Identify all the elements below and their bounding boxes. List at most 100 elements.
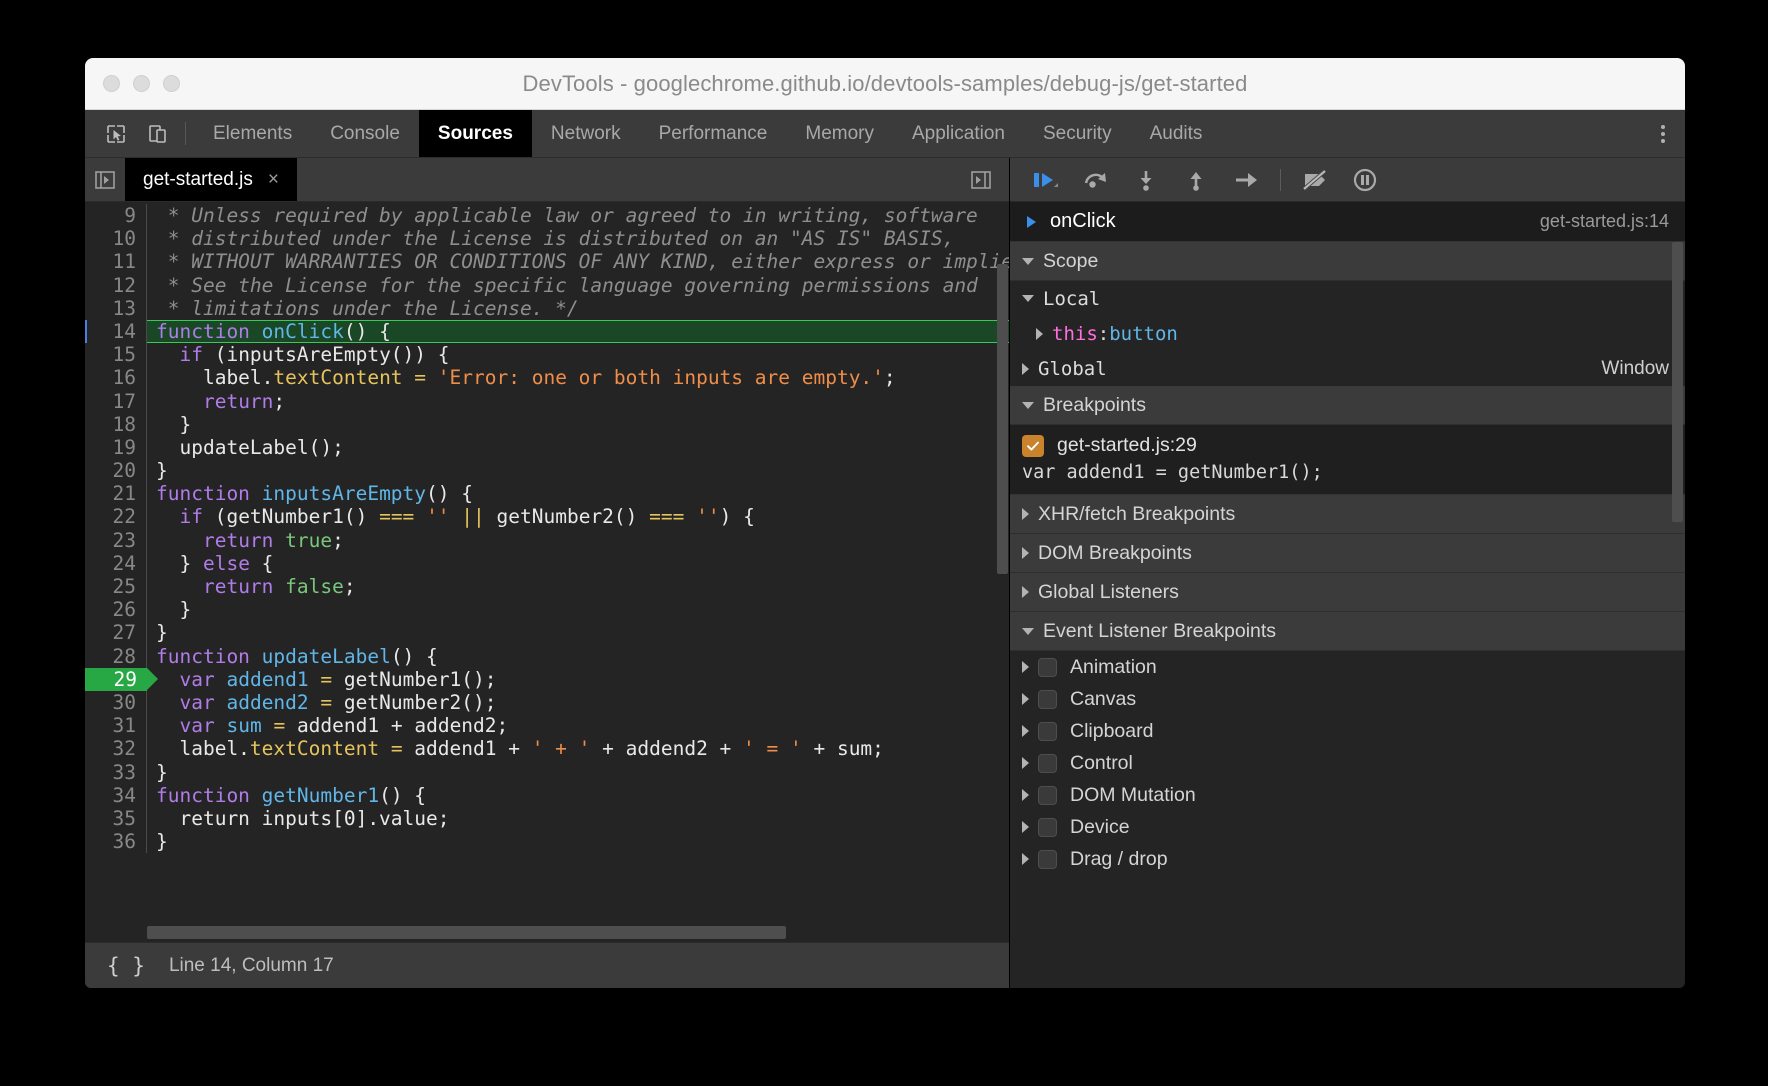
pause-icon[interactable] [1343, 163, 1387, 197]
event-listener-checkbox[interactable] [1038, 722, 1057, 741]
line-number[interactable]: 25 [85, 575, 147, 598]
editor-vertical-scrollbar[interactable] [996, 202, 1009, 942]
code-line-text[interactable]: return inputs[0].value; [147, 807, 1009, 830]
event-listener-checkbox[interactable] [1038, 754, 1057, 773]
chevron-right-icon[interactable] [1022, 693, 1029, 705]
line-number[interactable]: 34 [85, 784, 147, 807]
xhr-fetch-breakpoints-section[interactable]: XHR/fetch Breakpoints [1010, 495, 1685, 534]
event-listener-breakpoint-row[interactable]: Animation [1010, 651, 1685, 683]
code-editor[interactable]: 9 * Unless required by applicable law or… [85, 202, 1009, 942]
device-toolbar-icon[interactable] [137, 110, 179, 157]
line-number[interactable]: 26 [85, 598, 147, 621]
line-number[interactable]: 19 [85, 436, 147, 459]
chevron-right-icon[interactable] [1022, 757, 1029, 769]
global-listeners-section[interactable]: Global Listeners [1010, 573, 1685, 612]
deactivate-breakpoints-icon[interactable] [1293, 163, 1337, 197]
code-line-text[interactable]: * See the License for the specific langu… [147, 274, 1009, 297]
call-stack-frame[interactable]: onClick get-started.js:14 [1010, 202, 1685, 242]
scrollbar-thumb[interactable] [997, 264, 1008, 574]
line-number[interactable]: 10 [85, 227, 147, 250]
pretty-print-button[interactable]: { } [103, 954, 149, 978]
line-number[interactable]: 35 [85, 807, 147, 830]
line-number[interactable]: 9 [85, 204, 147, 227]
code-line-text[interactable]: label.textContent = 'Error: one or both … [147, 366, 1009, 389]
chevron-right-icon[interactable] [1022, 789, 1029, 801]
line-number[interactable]: 12 [85, 274, 147, 297]
event-listener-breakpoint-row[interactable]: Canvas [1010, 683, 1685, 715]
code-line-text[interactable]: * WITHOUT WARRANTIES OR CONDITIONS OF AN… [147, 250, 1009, 273]
line-number[interactable]: 22 [85, 505, 147, 528]
tab-performance[interactable]: Performance [640, 110, 787, 157]
event-listener-breakpoint-row[interactable]: Drag / drop [1010, 843, 1685, 875]
event-listener-checkbox[interactable] [1038, 786, 1057, 805]
event-listener-breakpoints-section[interactable]: Event Listener Breakpoints [1010, 612, 1685, 651]
code-line-text[interactable]: var addend1 = getNumber1(); [147, 668, 1009, 691]
tab-application[interactable]: Application [893, 110, 1024, 157]
tab-elements[interactable]: Elements [194, 110, 311, 157]
editor-tab-get-started-js[interactable]: get-started.js × [125, 158, 297, 201]
line-number[interactable]: 36 [85, 830, 147, 853]
scope-local-row[interactable]: Local [1010, 281, 1685, 316]
breakpoints-section-header[interactable]: Breakpoints [1010, 386, 1685, 425]
code-line-text[interactable]: return; [147, 390, 1009, 413]
tab-memory[interactable]: Memory [786, 110, 893, 157]
code-line-text[interactable]: } [147, 830, 1009, 853]
code-line-text[interactable]: } [147, 413, 1009, 436]
event-listener-checkbox[interactable] [1038, 850, 1057, 869]
line-number[interactable]: 28 [85, 645, 147, 668]
event-listener-checkbox[interactable] [1038, 658, 1057, 677]
chevron-right-icon[interactable] [1022, 363, 1029, 375]
code-line-text[interactable]: * Unless required by applicable law or a… [147, 204, 1009, 227]
code-line-text[interactable]: function updateLabel() { [147, 645, 1009, 668]
line-number[interactable]: 23 [85, 529, 147, 552]
event-listener-breakpoint-row[interactable]: Clipboard [1010, 715, 1685, 747]
line-number[interactable]: 30 [85, 691, 147, 714]
step-out-icon[interactable] [1174, 163, 1218, 197]
line-number[interactable]: 31 [85, 714, 147, 737]
breakpoint-checkbox[interactable] [1022, 435, 1044, 457]
code-line-text[interactable]: label.textContent = addend1 + ' + ' + ad… [147, 737, 1009, 760]
code-line-text[interactable]: function getNumber1() { [147, 784, 1009, 807]
scope-this-row[interactable]: this: button [1010, 316, 1685, 351]
code-line-text[interactable]: return false; [147, 575, 1009, 598]
code-line-text[interactable]: } [147, 761, 1009, 784]
code-line-text[interactable]: * distributed under the License is distr… [147, 227, 1009, 250]
scrollbar-thumb[interactable] [1672, 242, 1683, 522]
line-number[interactable]: 15 [85, 343, 147, 366]
code-line-text[interactable]: return true; [147, 529, 1009, 552]
tab-security[interactable]: Security [1024, 110, 1131, 157]
code-line-text[interactable]: * limitations under the License. */ [147, 297, 1009, 320]
step-icon[interactable] [1224, 163, 1268, 197]
event-listener-checkbox[interactable] [1038, 818, 1057, 837]
chevron-right-icon[interactable] [1022, 661, 1029, 673]
chevron-right-icon[interactable] [1036, 328, 1043, 340]
chevron-right-icon[interactable] [1022, 821, 1029, 833]
step-over-icon[interactable] [1074, 163, 1118, 197]
scope-global-row[interactable]: Global Window [1010, 351, 1685, 386]
breakpoint-item[interactable]: get-started.js:29 var addend1 = getNumbe… [1010, 425, 1685, 495]
resume-icon[interactable] [1024, 163, 1068, 197]
line-number[interactable]: 11 [85, 250, 147, 273]
tab-audits[interactable]: Audits [1131, 110, 1222, 157]
scrollbar-thumb[interactable] [147, 926, 786, 939]
event-listener-checkbox[interactable] [1038, 690, 1057, 709]
line-number[interactable]: 18 [85, 413, 147, 436]
code-line-text[interactable]: if (getNumber1() === '' || getNumber2() … [147, 505, 1009, 528]
line-number[interactable]: 16 [85, 366, 147, 389]
event-listener-breakpoint-row[interactable]: Control [1010, 747, 1685, 779]
kebab-menu-icon[interactable] [1641, 110, 1685, 157]
step-into-icon[interactable] [1124, 163, 1168, 197]
debugger-vertical-scrollbar[interactable] [1672, 242, 1684, 988]
tab-sources[interactable]: Sources [419, 110, 532, 157]
chevron-right-icon[interactable] [1022, 725, 1029, 737]
code-line-text[interactable]: } else { [147, 552, 1009, 575]
line-number[interactable]: 21 [85, 482, 147, 505]
line-number[interactable]: 17 [85, 390, 147, 413]
line-number[interactable]: 20 [85, 459, 147, 482]
dom-breakpoints-section[interactable]: DOM Breakpoints [1010, 534, 1685, 573]
inspect-element-icon[interactable] [95, 110, 137, 157]
scope-section-header[interactable]: Scope [1010, 242, 1685, 281]
tab-console[interactable]: Console [311, 110, 419, 157]
line-number[interactable]: 24 [85, 552, 147, 575]
code-line-text[interactable]: var sum = addend1 + addend2; [147, 714, 1009, 737]
